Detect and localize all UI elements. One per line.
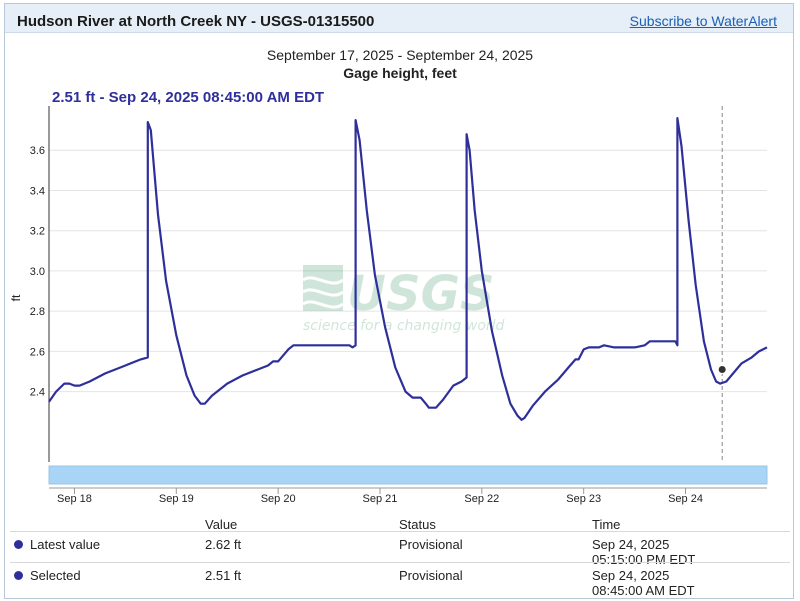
x-tick-label: Sep 23 bbox=[566, 493, 601, 505]
y-tick-label: 2.6 bbox=[30, 346, 45, 358]
row-value: 2.62 ft bbox=[205, 537, 242, 552]
row-time-date: Sep 24, 2025 bbox=[592, 568, 670, 583]
series-dot-icon bbox=[14, 571, 23, 580]
x-tick-label: Sep 18 bbox=[57, 493, 92, 505]
header-time: Time bbox=[592, 517, 621, 532]
svg-text:science for a changing world: science for a changing world bbox=[303, 318, 505, 334]
x-tick-label: Sep 22 bbox=[464, 493, 499, 505]
y-tick-label: 3.4 bbox=[30, 185, 45, 197]
row-label: Selected bbox=[30, 568, 81, 583]
header-value: Value bbox=[205, 517, 238, 532]
row-status: Provisional bbox=[399, 537, 463, 552]
svg-text:USGS: USGS bbox=[347, 266, 495, 322]
usgs-watermark: USGS science for a changing world bbox=[302, 265, 505, 334]
navigator-bar[interactable] bbox=[48, 465, 768, 485]
y-axis-ticks: 2.4 2.6 2.8 3.0 3.2 3.4 3.6 bbox=[30, 145, 45, 398]
header-status: Status bbox=[399, 517, 436, 532]
series-dot-icon bbox=[14, 540, 23, 549]
y-tick-label: 3.2 bbox=[30, 226, 45, 238]
y-tick-label: 2.4 bbox=[30, 387, 45, 399]
x-tick-label: Sep 19 bbox=[159, 493, 194, 505]
row-status: Provisional bbox=[399, 568, 463, 583]
y-axis-label: ft bbox=[9, 294, 23, 301]
y-tick-label: 3.6 bbox=[30, 145, 45, 157]
x-tick-label: Sep 24 bbox=[668, 493, 703, 505]
row-time-date: Sep 24, 2025 bbox=[592, 537, 670, 552]
selected-point-marker[interactable] bbox=[717, 364, 727, 374]
row-value: 2.51 ft bbox=[205, 568, 242, 583]
y-tick-label: 3.0 bbox=[30, 266, 45, 278]
table-row-selected: Selected 2.51 ft Provisional Sep 24, 202… bbox=[10, 562, 790, 598]
hydrograph-chart[interactable]: USGS science for a changing world 2.4 2.6… bbox=[0, 0, 800, 510]
row-label: Latest value bbox=[30, 537, 101, 552]
table-row-latest: Latest value 2.62 ft Provisional Sep 24,… bbox=[10, 531, 790, 567]
row-time-clock: 08:45:00 AM EDT bbox=[592, 583, 695, 598]
y-tick-label: 2.8 bbox=[30, 306, 45, 318]
x-axis-ticks: Sep 18 Sep 19 Sep 20 Sep 21 Sep 22 Sep 23 Sep … bbox=[57, 488, 703, 505]
x-tick-label: Sep 21 bbox=[363, 493, 398, 505]
x-tick-label: Sep 20 bbox=[261, 493, 296, 505]
